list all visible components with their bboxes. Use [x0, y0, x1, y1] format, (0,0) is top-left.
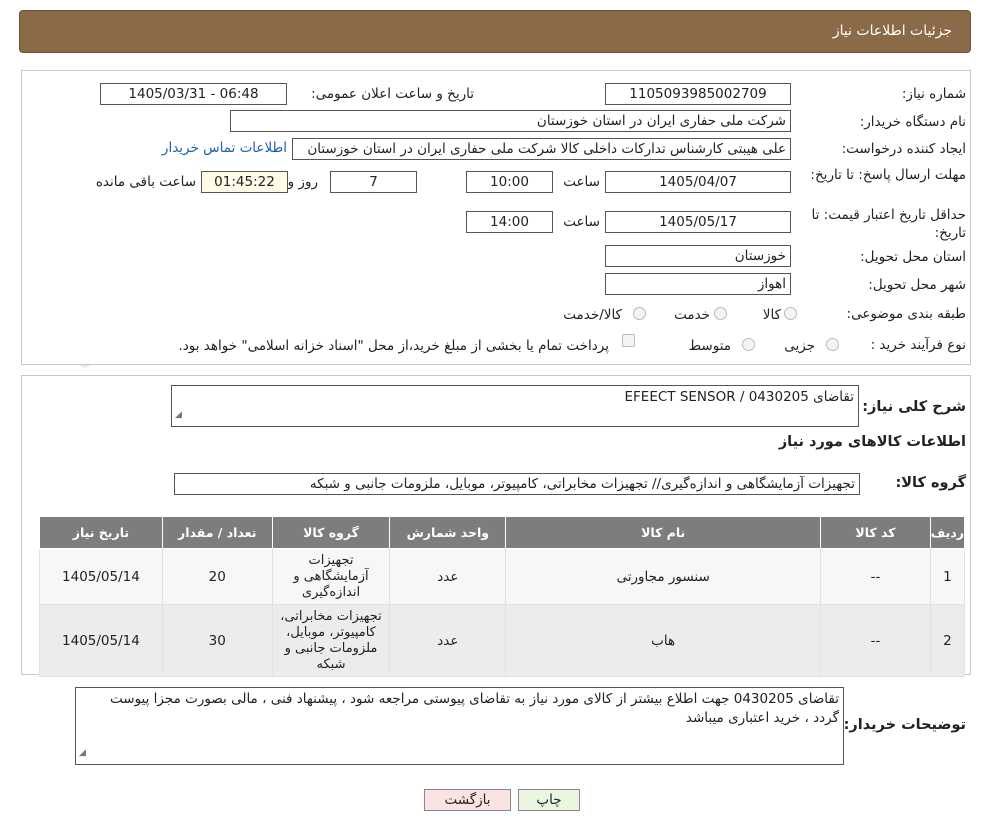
- group-cell: تجهیزات مخابراتی، کامپیوتر، موبایل، ملزو…: [271, 604, 391, 677]
- table-header-row: ردیف کد کالا نام کالا واحد شمارش گروه کا…: [39, 516, 966, 549]
- need-description-label: شرح کلی نیاز:: [862, 399, 966, 415]
- process-minor-label: جزیی: [784, 338, 815, 354]
- remaining-time-field: 01:45:22: [201, 171, 288, 193]
- page-title: جزئیات اطلاعات نیاز: [832, 23, 952, 39]
- process-minor-radio[interactable]: [826, 338, 839, 351]
- item-name-cell: سنسور مجاورتی: [505, 548, 822, 605]
- back-button[interactable]: بازگشت: [424, 789, 511, 811]
- col-unit-header: واحد شمارش: [389, 516, 507, 549]
- table-row: 2 -- هاب عدد تجهیزات مخابراتی، کامپیوتر،…: [39, 604, 966, 677]
- days-field: 7: [330, 171, 417, 193]
- reply-time-label: ساعت: [563, 174, 600, 190]
- group-cell: تجهیزات آزمایشگاهی و اندازه‌گیری: [271, 548, 391, 605]
- need-description-field: تقاضای EFEECT SENSOR / 0430205 ◢: [171, 385, 859, 427]
- process-medium-label: متوسط: [688, 338, 731, 354]
- need-number-field: 1105093985002709: [605, 83, 791, 105]
- validity-time-field: 14:00: [466, 211, 553, 233]
- row-number-cell: 1: [929, 548, 966, 605]
- item-code-cell: --: [820, 604, 931, 677]
- unit-cell: عدد: [389, 548, 507, 605]
- page-header: جزئیات اطلاعات نیاز: [19, 10, 971, 53]
- goods-group-label: گروه کالا:: [895, 475, 966, 491]
- treasury-payment-note: پرداخت تمام یا بخشی از مبلغ خرید،از محل …: [178, 338, 609, 354]
- col-name-header: نام کالا: [505, 516, 822, 549]
- item-name-cell: هاب: [505, 604, 822, 677]
- buyer-contact-link[interactable]: اطلاعات تماس خریدار: [162, 140, 287, 156]
- category-goods-service-label: کالا/خدمت: [563, 307, 622, 323]
- category-service-radio[interactable]: [714, 307, 727, 320]
- quantity-cell: 30: [161, 604, 273, 677]
- treasury-payment-checkbox[interactable]: [622, 334, 635, 347]
- row-number-cell: 2: [929, 604, 966, 677]
- validity-time-label: ساعت: [563, 214, 600, 230]
- city-label: شهر محل تحویل:: [868, 277, 966, 293]
- need-number-label: شماره نیاز:: [901, 86, 966, 102]
- col-date-header: تاریخ نیاز: [39, 516, 163, 549]
- print-button[interactable]: چاپ: [518, 789, 580, 811]
- unit-cell: عدد: [389, 604, 507, 677]
- items-table: ردیف کد کالا نام کالا واحد شمارش گروه کا…: [39, 516, 966, 677]
- category-goods-label: کالا: [762, 307, 781, 323]
- province-field: خوزستان: [605, 245, 791, 267]
- col-group-header: گروه کالا: [271, 516, 391, 549]
- reply-time-field: 10:00: [466, 171, 553, 193]
- reply-date-field: 1405/04/07: [605, 171, 791, 193]
- buyer-org-field: شرکت ملی حفاری ایران در استان خوزستان: [230, 110, 791, 132]
- need-date-cell: 1405/05/14: [39, 548, 163, 605]
- buyer-org-label: نام دستگاه خریدار:: [859, 114, 966, 130]
- category-goods-service-radio[interactable]: [633, 307, 646, 320]
- col-qty-header: تعداد / مقدار: [161, 516, 273, 549]
- table-row: 1 -- سنسور مجاورتی عدد تجهیزات آزمایشگاه…: [39, 548, 966, 605]
- quantity-cell: 20: [161, 548, 273, 605]
- requester-field: علی هیبتی کارشناس تدارکات داخلی کالا شرک…: [292, 138, 791, 160]
- days-label: روز و: [287, 174, 318, 190]
- price-validity-label: حداقل تاریخ اعتبار قیمت: تا تاریخ:: [811, 207, 966, 241]
- remaining-time-label: ساعت باقی مانده: [95, 174, 196, 190]
- validity-date-field: 1405/05/17: [605, 211, 791, 233]
- province-label: استان محل تحویل:: [860, 249, 966, 265]
- resize-grip-icon[interactable]: ◢: [175, 406, 182, 425]
- need-date-cell: 1405/05/14: [39, 604, 163, 677]
- col-row-header: ردیف: [929, 516, 966, 549]
- city-field: اهواز: [605, 273, 791, 295]
- buyer-notes-field: تقاضای 0430205 جهت اطلاع بیشتر از کالای …: [75, 687, 844, 765]
- goods-group-field: تجهیزات آزمایشگاهی و اندازه‌گیری// تجهیز…: [174, 473, 860, 495]
- col-code-header: کد کالا: [820, 516, 931, 549]
- reply-deadline-label: مهلت ارسال پاسخ: تا تاریخ:: [810, 167, 966, 183]
- items-heading: اطلاعات کالاهای مورد نیاز: [778, 434, 966, 450]
- item-code-cell: --: [820, 548, 931, 605]
- process-type-label: نوع فرآیند خرید :: [870, 337, 966, 353]
- category-label: طبقه بندی موضوعی:: [846, 306, 966, 322]
- announce-datetime-label: تاریخ و ساعت اعلان عمومی:: [311, 86, 474, 102]
- category-service-label: خدمت: [674, 307, 710, 323]
- resize-grip-icon[interactable]: ◢: [79, 744, 86, 763]
- buyer-notes-label: توضیحات خریدار:: [843, 717, 966, 733]
- process-medium-radio[interactable]: [742, 338, 755, 351]
- requester-label: ایجاد کننده درخواست:: [841, 141, 966, 157]
- announce-datetime-field: 1405/03/31 - 06:48: [100, 83, 287, 105]
- category-goods-radio[interactable]: [784, 307, 797, 320]
